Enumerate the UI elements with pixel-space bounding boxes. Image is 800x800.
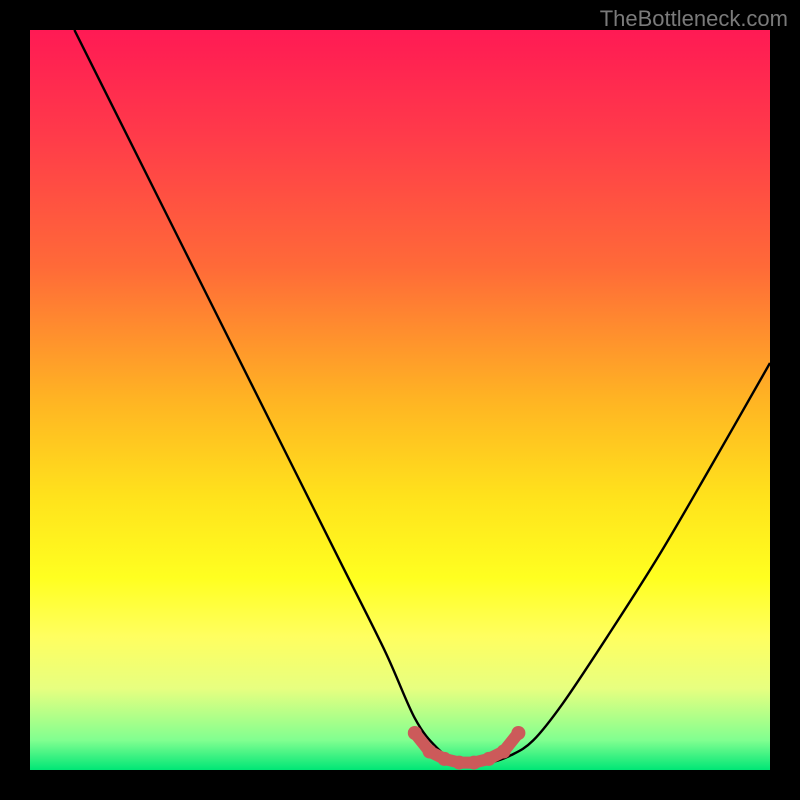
optimal-range-dot xyxy=(437,752,451,766)
bottleneck-chart xyxy=(30,30,770,770)
chart-plot-area xyxy=(30,30,770,770)
optimal-range-dot xyxy=(482,752,496,766)
optimal-range-dot xyxy=(423,745,437,759)
optimal-range-dot xyxy=(497,745,511,759)
optimal-range-dot xyxy=(511,726,525,740)
optimal-range-dot xyxy=(467,756,481,770)
attribution-watermark: TheBottleneck.com xyxy=(600,6,788,32)
optimal-range-dot xyxy=(452,756,466,770)
bottleneck-curve xyxy=(74,30,770,764)
optimal-range-dot xyxy=(408,726,422,740)
